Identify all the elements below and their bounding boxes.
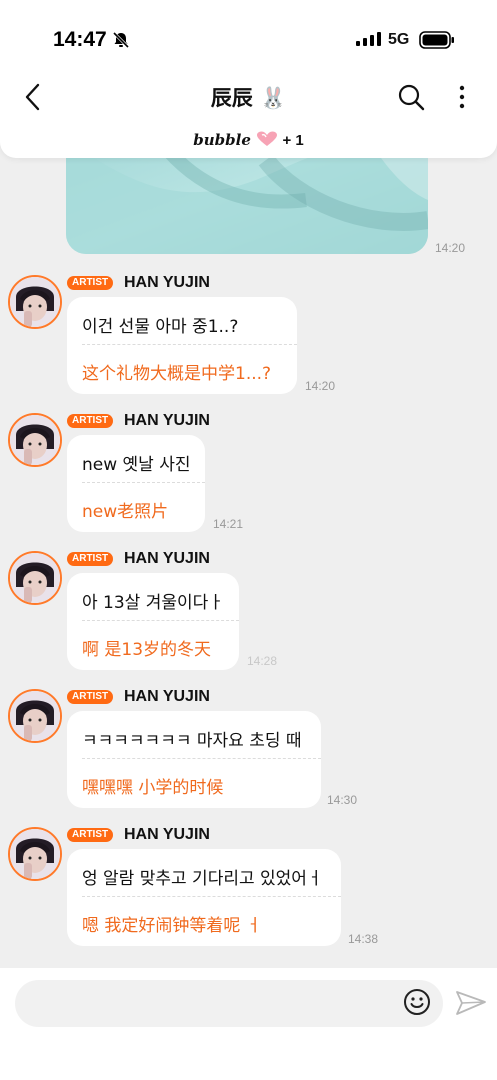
signal-icon	[356, 32, 381, 46]
avatar-image	[10, 553, 60, 603]
message-timestamp: 14:20	[305, 379, 336, 393]
message-text: 엉 알람 맞추고 기다리고 있었어ㅓ	[82, 869, 323, 889]
bubble-divider	[82, 482, 205, 483]
message-translation: 这个礼物大概是中学1...?	[82, 364, 272, 384]
chat-title-text: 辰辰	[210, 86, 253, 110]
message-timestamp: 14:38	[348, 932, 379, 946]
more-vertical-icon[interactable]	[453, 84, 471, 110]
avatar-image	[10, 691, 60, 741]
message-item: ARTIST HAN YUJIN 엉 알람 맞추고 기다리고 있었어ㅓ 嗯 我定…	[0, 826, 497, 946]
artist-badge: ARTIST	[67, 828, 114, 842]
heart-icon	[256, 131, 277, 146]
message-translation: 嗯 我定好闹钟等着呢 ㅓ	[82, 916, 262, 936]
subscription-count: + 1	[282, 132, 304, 149]
message-text: 아 13살 겨울이다ㅏ	[82, 593, 224, 613]
sender-name: HAN YUJIN	[124, 826, 210, 843]
avatar-image	[10, 277, 60, 327]
message-bubble[interactable]: 엉 알람 맞추고 기다리고 있었어ㅓ 嗯 我定好闹钟等着呢 ㅓ	[67, 849, 341, 946]
avatar[interactable]	[8, 275, 62, 329]
bell-muted-icon	[112, 31, 130, 49]
avatar[interactable]	[8, 827, 62, 881]
search-icon[interactable]	[397, 83, 425, 111]
message-bubble[interactable]: new 옛날 사진 new老照片	[67, 435, 205, 532]
rabbit-emoji: 🐰	[260, 86, 287, 110]
message-translation: 嘿嘿嘿 小学的时候	[82, 778, 224, 798]
bubble-divider	[82, 620, 239, 621]
send-icon[interactable]	[455, 990, 487, 1016]
photo-timestamp: 14:20	[435, 241, 466, 255]
header-bar: 14:47 5G 辰辰 🐰 bubble + 1	[0, 0, 497, 158]
artist-badge: ARTIST	[67, 276, 114, 290]
message-item: ARTIST HAN YUJIN new 옛날 사진 new老照片 14:21	[0, 412, 497, 532]
sender-name: HAN YUJIN	[124, 550, 210, 567]
sender-name: HAN YUJIN	[124, 412, 210, 429]
avatar-image	[10, 829, 60, 879]
bubble-divider	[82, 896, 341, 897]
avatar-image	[10, 415, 60, 465]
message-input[interactable]	[15, 980, 443, 1027]
bubble-divider	[82, 344, 297, 345]
battery-icon	[419, 31, 454, 49]
message-bubble[interactable]: 이건 선물 아마 중1..? 这个礼物大概是中学1...?	[67, 297, 297, 394]
avatar[interactable]	[8, 551, 62, 605]
avatar[interactable]	[8, 689, 62, 743]
message-item: ARTIST HAN YUJIN 아 13살 겨울이다ㅏ 啊 是13岁的冬天 1…	[0, 550, 497, 670]
artist-badge: ARTIST	[67, 690, 114, 704]
message-bubble[interactable]: ㅋㅋㅋㅋㅋㅋㅋ 마자요 초딩 때 嘿嘿嘿 小学的时候	[67, 711, 321, 808]
message-text: new 옛날 사진	[82, 455, 191, 475]
message-text: 이건 선물 아마 중1..?	[82, 317, 239, 337]
message-input-bar	[0, 968, 497, 1080]
artist-badge: ARTIST	[67, 552, 114, 566]
network-type: 5G	[388, 31, 410, 48]
bubble-brand: bubble	[193, 131, 251, 149]
status-time: 14:47	[53, 28, 107, 51]
message-item: ARTIST HAN YUJIN ㅋㅋㅋㅋㅋㅋㅋ 마자요 초딩 때 嘿嘿嘿 小学…	[0, 688, 497, 808]
message-text: ㅋㅋㅋㅋㅋㅋㅋ 마자요 초딩 때	[82, 731, 302, 751]
message-bubble[interactable]: 아 13살 겨울이다ㅏ 啊 是13岁的冬天	[67, 573, 239, 670]
message-translation: new老照片	[82, 502, 169, 522]
avatar[interactable]	[8, 413, 62, 467]
message-timestamp: 14:30	[327, 793, 358, 807]
sender-name: HAN YUJIN	[124, 274, 210, 291]
sender-name: HAN YUJIN	[124, 688, 210, 705]
message-timestamp: 14:28	[247, 654, 278, 668]
smile-icon[interactable]	[403, 988, 431, 1016]
message-item: ARTIST HAN YUJIN 이건 선물 아마 중1..? 这个礼物大概是中…	[0, 274, 497, 394]
subscription-label: bubble + 1	[0, 131, 497, 149]
message-translation: 啊 是13岁的冬天	[82, 640, 212, 660]
bubble-divider	[82, 758, 321, 759]
message-timestamp: 14:21	[213, 517, 244, 531]
artist-badge: ARTIST	[67, 414, 114, 428]
